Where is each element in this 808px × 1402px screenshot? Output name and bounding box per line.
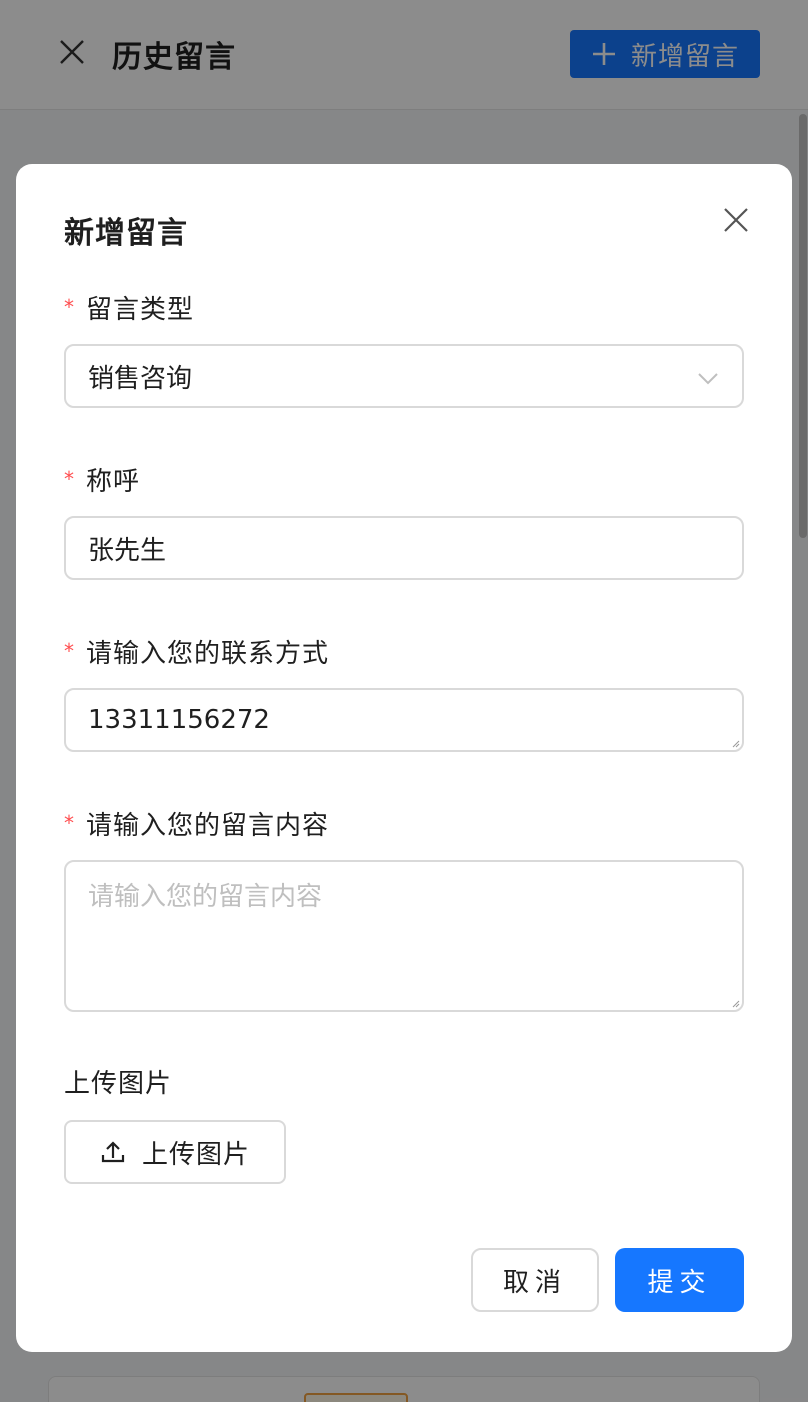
content-placeholder: 请输入您的留言内容 bbox=[88, 882, 323, 912]
content-label: 请输入您的留言内容 bbox=[86, 810, 330, 841]
form-item-content: * 请输入您的留言内容 请输入您的留言内容 bbox=[64, 806, 744, 1012]
select-value: 销售咨询 bbox=[88, 363, 193, 394]
upload-image-button[interactable]: 上传图片 bbox=[64, 1120, 286, 1184]
close-icon[interactable] bbox=[720, 204, 752, 236]
required-mark: * bbox=[64, 295, 75, 319]
name-value: 张先生 bbox=[88, 535, 167, 566]
contact-label: 请输入您的联系方式 bbox=[86, 638, 330, 669]
name-label: 称呼 bbox=[86, 466, 141, 497]
page: 历史留言 新增留言 新增留言 * 留言类型 销售咨询 * 称呼 张先生 * 请输… bbox=[0, 0, 808, 1402]
contact-input[interactable]: 13311156272 bbox=[64, 688, 744, 752]
submit-button[interactable]: 提交 bbox=[615, 1248, 744, 1312]
resize-handle-icon[interactable] bbox=[732, 1000, 740, 1008]
content-textarea[interactable]: 请输入您的留言内容 bbox=[64, 860, 744, 1012]
form-item-name: * 称呼 张先生 bbox=[64, 462, 744, 580]
required-mark: * bbox=[64, 811, 75, 835]
upload-icon bbox=[101, 1141, 125, 1163]
form-item-type: * 留言类型 销售咨询 bbox=[64, 290, 744, 408]
field-label: * 称呼 bbox=[64, 462, 744, 497]
upload-label: 上传图片 bbox=[64, 1068, 173, 1099]
resize-handle-icon[interactable] bbox=[732, 740, 740, 748]
message-type-select[interactable]: 销售咨询 bbox=[64, 344, 744, 408]
required-mark: * bbox=[64, 467, 75, 491]
form-item-contact: * 请输入您的联系方式 13311156272 bbox=[64, 634, 744, 752]
type-label: 留言类型 bbox=[86, 294, 195, 325]
dialog-title: 新增留言 bbox=[64, 216, 188, 251]
field-label: * 请输入您的留言内容 bbox=[64, 806, 744, 841]
contact-value: 13311156272 bbox=[88, 705, 270, 735]
required-mark: * bbox=[64, 639, 75, 663]
field-label: * 留言类型 bbox=[64, 290, 744, 325]
chevron-down-icon bbox=[698, 373, 718, 385]
form-item-upload: 上传图片 上传图片 bbox=[64, 1064, 744, 1184]
cancel-button[interactable]: 取消 bbox=[471, 1248, 599, 1312]
upload-button-label: 上传图片 bbox=[141, 1139, 250, 1170]
add-message-dialog: 新增留言 * 留言类型 销售咨询 * 称呼 张先生 * 请输入您的联系方式 13… bbox=[16, 164, 792, 1352]
name-input[interactable]: 张先生 bbox=[64, 516, 744, 580]
field-label: * 请输入您的联系方式 bbox=[64, 634, 744, 669]
